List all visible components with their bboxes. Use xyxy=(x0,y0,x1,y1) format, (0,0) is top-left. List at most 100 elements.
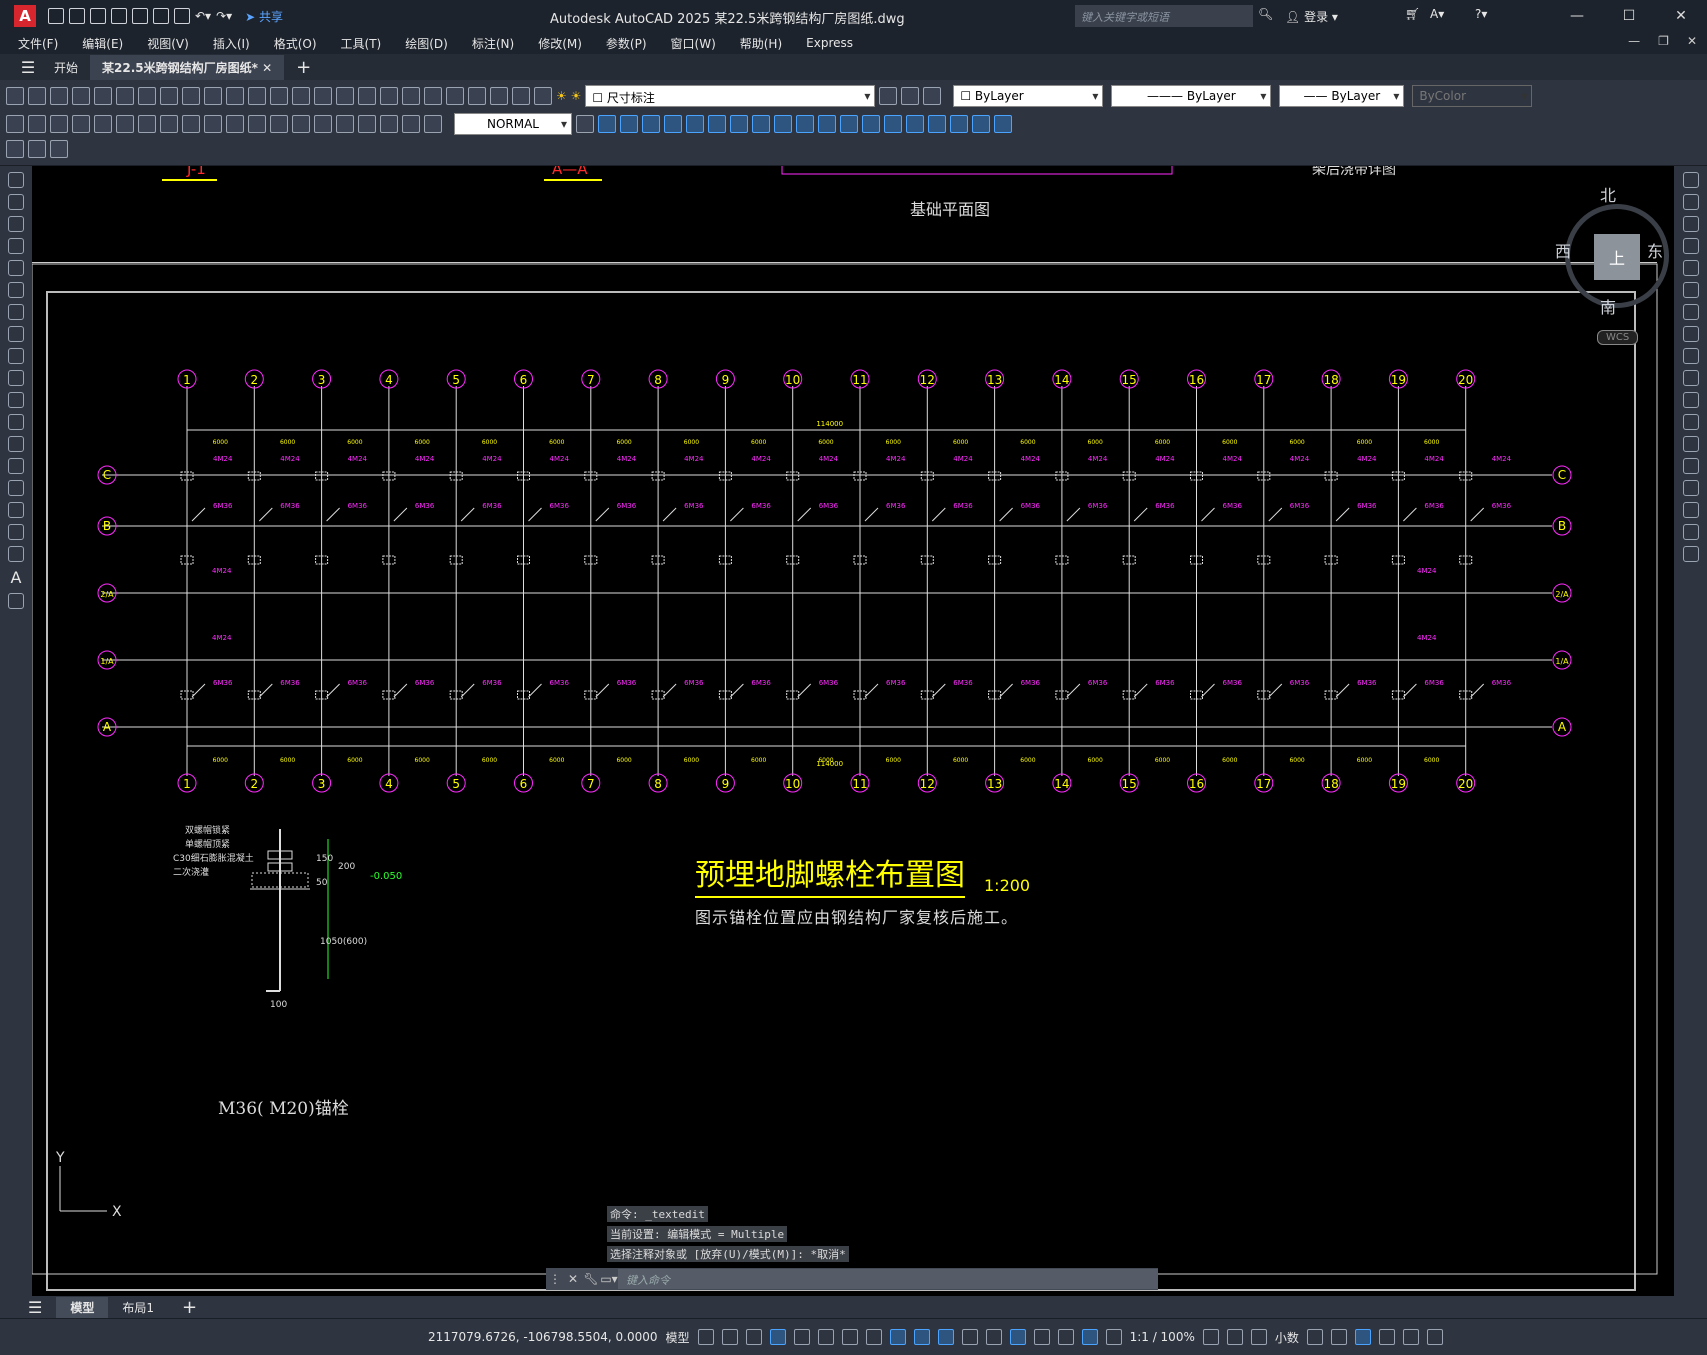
3d-sweep-icon[interactable] xyxy=(796,115,814,133)
3d-intersect-icon[interactable] xyxy=(884,115,902,133)
tb-copy-icon[interactable] xyxy=(182,87,200,105)
save-web-icon[interactable] xyxy=(153,8,169,24)
hatch-icon[interactable] xyxy=(8,480,24,496)
object-snap-icon[interactable] xyxy=(889,1329,906,1345)
cart-icon[interactable]: 🛒︎ xyxy=(1405,7,1420,21)
tb-open-icon[interactable] xyxy=(28,87,46,105)
tab-close-icon[interactable]: ✕ xyxy=(262,61,272,75)
new-icon[interactable] xyxy=(48,8,64,24)
gradient-icon[interactable] xyxy=(8,502,24,518)
tolerance-icon[interactable] xyxy=(292,115,310,133)
extend-icon[interactable] xyxy=(1682,392,1699,408)
tb-tool-palettes-icon[interactable] xyxy=(446,87,464,105)
3d-osnap-icon[interactable] xyxy=(985,1329,1002,1345)
3d-move-icon[interactable] xyxy=(906,115,924,133)
tb-calculator-icon[interactable] xyxy=(490,87,508,105)
tb-undo-icon[interactable] xyxy=(270,87,288,105)
menu-file[interactable]: 文件(F) xyxy=(18,35,58,52)
new-tab-plus-icon[interactable]: + xyxy=(284,53,323,82)
menu-edit[interactable]: 编辑(E) xyxy=(82,35,123,52)
add-selected-icon[interactable] xyxy=(8,593,24,609)
tb-save-icon[interactable] xyxy=(50,87,68,105)
snap-icon[interactable] xyxy=(721,1329,738,1345)
graphics-performance-icon[interactable] xyxy=(1378,1329,1395,1345)
minimize-icon[interactable]: — xyxy=(1551,4,1603,28)
region-icon[interactable] xyxy=(8,524,24,540)
linetype-dropdown[interactable]: ——— ByLayer xyxy=(1111,85,1272,107)
units-dropdown[interactable]: 小数 xyxy=(1275,1329,1299,1346)
viewcube[interactable]: 北 南 西 东 上 WCS xyxy=(1537,182,1669,352)
command-input[interactable]: 键入命令 xyxy=(618,1269,1158,1289)
dim-diameter-icon[interactable] xyxy=(138,115,156,133)
tb-layer-previous-icon[interactable] xyxy=(901,87,920,105)
dim-arc-icon[interactable] xyxy=(50,115,68,133)
tb-plot-icon[interactable] xyxy=(72,87,90,105)
customization-icon[interactable] xyxy=(1426,1329,1443,1345)
share-icon[interactable]: ➤ 共享 xyxy=(245,8,283,25)
model-space-button[interactable]: 模型 xyxy=(666,1329,690,1346)
lock-ui-icon[interactable] xyxy=(1330,1329,1347,1345)
line-icon[interactable] xyxy=(8,172,24,188)
tb-preview-icon[interactable] xyxy=(94,87,112,105)
3d-pyramid-icon[interactable] xyxy=(730,115,748,133)
add-layout-icon[interactable]: + xyxy=(168,1295,211,1320)
infer-constraints-icon[interactable] xyxy=(745,1329,762,1345)
dimstyle-manager-icon[interactable] xyxy=(576,115,594,133)
dim-text-edit-icon[interactable] xyxy=(402,115,420,133)
doc-minimize-icon[interactable]: — xyxy=(1628,34,1640,48)
tb-zoom-previous-icon[interactable] xyxy=(380,87,398,105)
autocad-logo-icon[interactable]: A xyxy=(14,5,36,27)
3d-sphere-icon[interactable] xyxy=(664,115,682,133)
dimstyle-dropdown[interactable]: NORMAL xyxy=(454,113,572,135)
rectangle-icon[interactable] xyxy=(8,260,24,276)
3d-mirror-icon[interactable] xyxy=(994,115,1012,133)
open-web-icon[interactable] xyxy=(132,8,148,24)
auto-scale-icon[interactable] xyxy=(1105,1329,1122,1345)
polygon-icon[interactable] xyxy=(8,238,24,254)
lineweight-dropdown[interactable]: —— ByLayer xyxy=(1279,85,1405,107)
viewcube-top-face[interactable]: 上 xyxy=(1594,234,1640,280)
polar-tracking-icon[interactable] xyxy=(817,1329,834,1345)
dim-jogged-icon[interactable] xyxy=(116,115,134,133)
command-customize-icon[interactable]: 🔧︎ xyxy=(582,1272,600,1286)
mtext-icon[interactable]: A xyxy=(0,568,32,587)
dim-radius-icon[interactable] xyxy=(94,115,112,133)
lineweight-icon[interactable] xyxy=(913,1329,930,1345)
revision-cloud-icon[interactable] xyxy=(8,326,24,342)
menu-help[interactable]: 帮助(H) xyxy=(740,35,782,52)
dynamic-ucs-icon[interactable] xyxy=(1009,1329,1026,1345)
table-icon[interactable] xyxy=(8,546,24,562)
cursor-coordinates[interactable]: 2117079.6726, -106798.5504, 0.0000 xyxy=(428,1330,658,1344)
fillet-icon[interactable] xyxy=(1682,502,1699,518)
tab-layout1[interactable]: 布局1 xyxy=(108,1297,168,1318)
viewcube-west[interactable]: 西 xyxy=(1555,238,1571,262)
tb-pan-icon[interactable] xyxy=(314,87,332,105)
dim-space-icon[interactable] xyxy=(248,115,266,133)
dim-baseline-icon[interactable] xyxy=(204,115,222,133)
menu-modify[interactable]: 修改(M) xyxy=(538,35,582,52)
selection-cycling-icon[interactable] xyxy=(961,1329,978,1345)
undo-icon[interactable]: ↶▾ xyxy=(195,9,211,23)
annotation-scale-dropdown[interactable]: 1:1 / 100% xyxy=(1130,1330,1195,1344)
menu-format[interactable]: 格式(O) xyxy=(274,35,317,52)
construction-line-icon[interactable] xyxy=(8,194,24,210)
plot-icon[interactable] xyxy=(174,8,190,24)
dim-linear-icon[interactable] xyxy=(6,115,24,133)
dim-edit-icon[interactable] xyxy=(380,115,398,133)
annotation-visibility-icon[interactable] xyxy=(1081,1329,1098,1345)
isometric-icon[interactable] xyxy=(841,1329,858,1345)
tb-make-current-icon[interactable] xyxy=(879,87,898,105)
tab-start[interactable]: 开始 xyxy=(42,55,90,80)
tb-publish-icon[interactable] xyxy=(116,87,134,105)
search-input[interactable]: 键入关键字或短语 xyxy=(1075,5,1253,27)
annotation-monitor-icon[interactable] xyxy=(1226,1329,1243,1345)
chamfer-icon[interactable] xyxy=(1682,480,1699,496)
clean-screen-icon[interactable] xyxy=(1402,1329,1419,1345)
3d-wedge-icon[interactable] xyxy=(620,115,638,133)
tab-current-drawing[interactable]: 某22.5米跨钢结构厂房图纸* ✕ xyxy=(90,54,285,80)
workspace-settings-icon[interactable] xyxy=(28,140,46,158)
3d-revolve-icon[interactable] xyxy=(774,115,792,133)
tb-new-icon[interactable] xyxy=(6,87,24,105)
object-snap-tracking-icon[interactable] xyxy=(865,1329,882,1345)
redo-icon[interactable]: ↷▾ xyxy=(216,9,232,23)
